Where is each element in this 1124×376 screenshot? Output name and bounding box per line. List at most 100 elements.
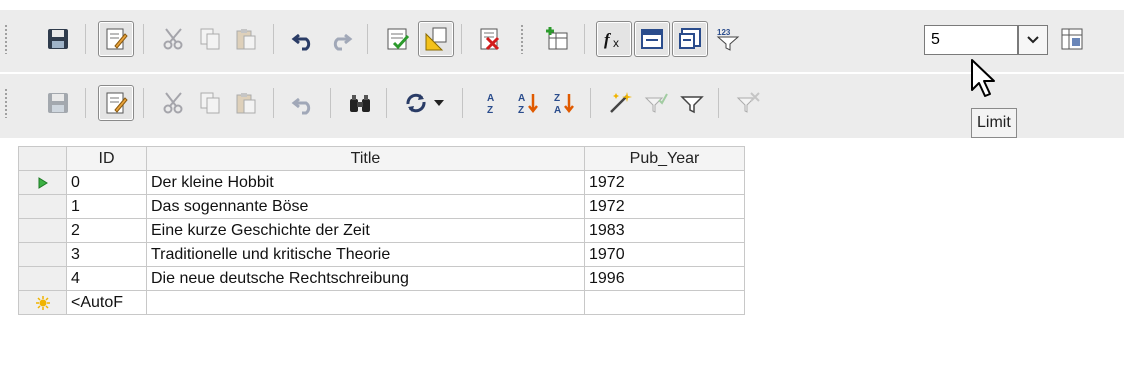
cell-id[interactable]: <AutoF: [66, 290, 147, 315]
svg-text:f: f: [604, 30, 612, 49]
functions-toggle[interactable]: fx: [596, 21, 632, 57]
apply-filter-button[interactable]: [638, 85, 674, 121]
limit-input[interactable]: 5: [924, 25, 1018, 55]
edit-data-icon: [106, 28, 128, 50]
column-header-pub-year[interactable]: Pub_Year: [584, 146, 745, 171]
redo-button[interactable]: [322, 21, 358, 57]
cell-id[interactable]: 4: [66, 266, 147, 291]
cell-pub-year[interactable]: 1972: [584, 170, 745, 195]
save-record-button[interactable]: [40, 85, 76, 121]
row-header-corner[interactable]: [18, 146, 67, 171]
undo-button[interactable]: [286, 85, 322, 121]
cell-title[interactable]: Die neue deutsche Rechtschreibung: [146, 266, 585, 291]
table-row[interactable]: 0 Der kleine Hobbit 1972: [18, 170, 745, 195]
cut-icon: [163, 92, 183, 114]
mouse-cursor-icon: [971, 59, 995, 97]
run-query-icon: [387, 28, 410, 50]
copy-icon: [200, 92, 220, 114]
cell-pub-year[interactable]: [584, 290, 745, 315]
current-row-icon: [38, 176, 48, 189]
data-grid: ID Title Pub_Year 0 Der kleine Hobbit 19…: [18, 146, 745, 315]
row-selector[interactable]: [18, 242, 67, 267]
cut-icon: [163, 28, 183, 50]
clear-query-button[interactable]: [472, 21, 508, 57]
svg-text:A: A: [487, 93, 494, 104]
cell-pub-year[interactable]: 1970: [584, 242, 745, 267]
limit-dropdown-button[interactable]: [1018, 25, 1048, 55]
sort-ascending-button[interactable]: AZ: [510, 85, 546, 121]
undo-button[interactable]: [286, 21, 322, 57]
table-row[interactable]: 4 Die neue deutsche Rechtschreibung 1996: [18, 266, 745, 291]
table-row[interactable]: 2 Eine kurze Geschichte der Zeit 1983: [18, 218, 745, 243]
alias-toggle[interactable]: [672, 21, 708, 57]
table-name-toggle[interactable]: [634, 21, 670, 57]
copy-button[interactable]: [192, 85, 228, 121]
cut-button[interactable]: [156, 21, 192, 57]
row-selector[interactable]: [18, 218, 67, 243]
paste-button[interactable]: [228, 21, 264, 57]
copy-button[interactable]: [192, 21, 228, 57]
svg-text:A: A: [518, 93, 525, 104]
design-view-toggle[interactable]: [418, 21, 454, 57]
row-selector[interactable]: [18, 290, 67, 315]
cell-pub-year[interactable]: 1996: [584, 266, 745, 291]
save-button[interactable]: [40, 21, 76, 57]
sort-button[interactable]: AZ: [474, 85, 510, 121]
cell-id[interactable]: 3: [66, 242, 147, 267]
toolbar-grip[interactable]: [520, 24, 524, 54]
toolbar-grip[interactable]: [4, 24, 8, 54]
copy-icon: [200, 28, 220, 50]
new-record-row[interactable]: <AutoF: [18, 290, 745, 315]
functions-icon: fx: [604, 30, 619, 50]
switch-design-button[interactable]: [1054, 21, 1090, 57]
add-tables-icon: [546, 27, 568, 50]
row-selector[interactable]: [18, 170, 67, 195]
remove-filter-button[interactable]: [730, 85, 766, 121]
column-header-id[interactable]: ID: [66, 146, 147, 171]
svg-text:Z: Z: [554, 93, 560, 104]
cell-id[interactable]: 1: [66, 194, 147, 219]
switch-design-icon: [1061, 28, 1083, 50]
save-record-icon: [48, 93, 68, 113]
cell-id[interactable]: 2: [66, 218, 147, 243]
sort-descending-icon: ZA: [554, 93, 574, 116]
add-tables-button[interactable]: [540, 21, 576, 57]
paste-icon: [236, 93, 256, 114]
cell-title[interactable]: Das sogennante Böse: [146, 194, 585, 219]
row-selector[interactable]: [18, 194, 67, 219]
new-record-icon: [35, 295, 50, 310]
cell-pub-year[interactable]: 1972: [584, 194, 745, 219]
run-query-button[interactable]: [380, 21, 416, 57]
refresh-button[interactable]: [398, 85, 434, 121]
refresh-menu-button[interactable]: [430, 85, 448, 121]
sort-descending-button[interactable]: ZA: [546, 85, 582, 121]
autofilter-button[interactable]: [602, 85, 638, 121]
clear-query-icon: [480, 28, 500, 51]
edit-data-button[interactable]: [98, 21, 134, 57]
cell-pub-year[interactable]: 1983: [584, 218, 745, 243]
cell-title[interactable]: Eine kurze Geschichte der Zeit: [146, 218, 585, 243]
apply-filter-icon: [644, 93, 668, 113]
alias-icon: [679, 28, 701, 49]
edit-data-button[interactable]: [98, 85, 134, 121]
table-row[interactable]: 3 Traditionelle und kritische Theorie 19…: [18, 242, 745, 267]
column-header-title[interactable]: Title: [146, 146, 585, 171]
redo-icon: [333, 33, 353, 51]
standard-filter-button[interactable]: [674, 85, 710, 121]
chevron-down-icon: [1027, 36, 1039, 44]
cell-title[interactable]: [146, 290, 585, 315]
row-selector[interactable]: [18, 266, 67, 291]
toolbar-grip[interactable]: [4, 88, 8, 118]
distinct-values-button[interactable]: 123: [710, 21, 746, 57]
cut-button[interactable]: [156, 85, 192, 121]
cell-title[interactable]: Traditionelle und kritische Theorie: [146, 242, 585, 267]
find-record-button[interactable]: [342, 85, 378, 121]
paste-button[interactable]: [228, 85, 264, 121]
paste-icon: [236, 29, 256, 50]
table-row[interactable]: 1 Das sogennante Böse 1972: [18, 194, 745, 219]
svg-text:Z: Z: [487, 105, 493, 116]
cell-id[interactable]: 0: [66, 170, 147, 195]
refresh-icon: [406, 93, 426, 113]
table-data-toolbar: AZ AZ ZA: [0, 74, 1124, 138]
cell-title[interactable]: Der kleine Hobbit: [146, 170, 585, 195]
